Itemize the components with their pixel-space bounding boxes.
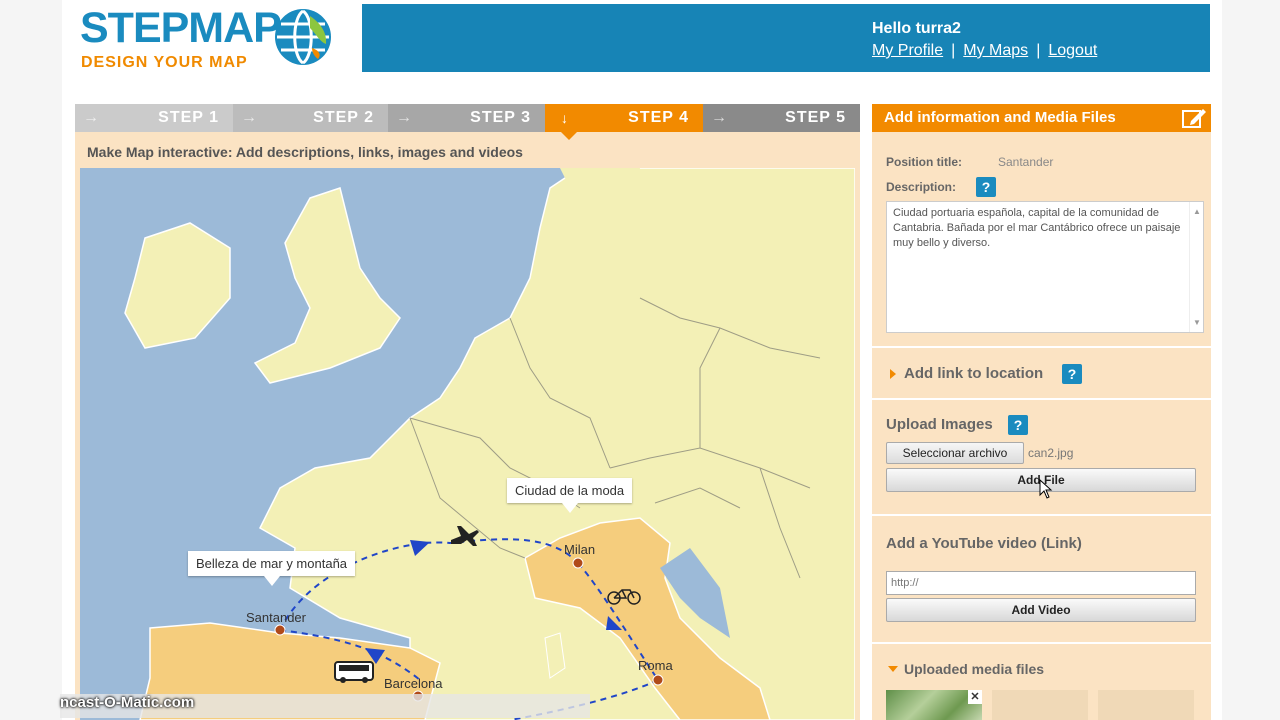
upload-images-title: Upload Images: [886, 416, 993, 433]
left-margin: [0, 0, 62, 720]
arrow-right-icon: →: [711, 109, 728, 126]
step-2-tab[interactable]: → STEP 2: [233, 104, 388, 132]
upload-help-icon[interactable]: ?: [1008, 415, 1028, 435]
chosen-filename: can2.jpg: [1028, 446, 1074, 460]
arrow-down-icon: ↓: [561, 110, 569, 126]
city-label-milan: Milan: [564, 542, 596, 557]
step-description: Make Map interactive: Add descriptions, …: [87, 144, 523, 160]
media-thumbnail-empty: [1098, 690, 1194, 720]
step-label: STEP 1: [158, 109, 219, 126]
roma-marker: [652, 674, 664, 686]
my-maps-link[interactable]: My Maps: [963, 42, 1028, 59]
bus-icon: [334, 661, 374, 683]
right-margin: [1222, 0, 1280, 720]
logo[interactable]: STEPMAP DESIGN YOUR MAP: [62, 0, 362, 80]
map-svg: [80, 168, 855, 720]
my-profile-link[interactable]: My Profile: [872, 42, 943, 59]
arrow-right-icon: →: [241, 109, 258, 126]
logo-tagline: DESIGN YOUR MAP: [81, 54, 248, 71]
header-band: [332, 4, 1210, 72]
media-panel: Add information and Media Files Position…: [872, 104, 1211, 720]
watermark-text: ncast-O-Matic.com: [60, 694, 195, 711]
step-3-tab[interactable]: → STEP 3: [388, 104, 545, 132]
add-link-toggle[interactable]: Add link to location: [904, 365, 1043, 382]
mouse-cursor-icon: [1039, 479, 1053, 499]
step-5-tab[interactable]: → STEP 5: [703, 104, 860, 132]
logo-title: STEPMAP: [80, 4, 282, 52]
panel-title: Add information and Media Files: [884, 109, 1116, 126]
step-label: STEP 5: [785, 109, 846, 126]
arrow-right-icon: →: [83, 109, 100, 126]
santander-bubble[interactable]: Belleza de mar y montaña: [188, 551, 356, 586]
description-textarea[interactable]: Ciudad portuaria española, capital de la…: [886, 201, 1204, 333]
step-4-tab[interactable]: ↓ STEP 4: [545, 104, 703, 140]
collapse-arrow-icon[interactable]: [888, 666, 898, 672]
site-header: STEPMAP DESIGN YOUR MAP Hello turra2 My …: [62, 0, 1222, 80]
city-label-roma: Roma: [638, 658, 673, 673]
panel-header: Add information and Media Files: [872, 104, 1211, 132]
expand-arrow-icon[interactable]: [890, 369, 896, 379]
remove-media-icon[interactable]: ✕: [968, 690, 982, 704]
santander-marker: [274, 624, 286, 636]
media-thumbnail-empty: [992, 690, 1088, 720]
step-1-tab[interactable]: → STEP 1: [75, 104, 233, 132]
city-label-barcelona: Barcelona: [384, 676, 443, 691]
add-video-button[interactable]: Add Video: [886, 598, 1196, 622]
map-editor: → STEP 1 → STEP 2 → STEP 3 ↓ STEP 4 → STEP 5 …: [75, 104, 860, 720]
link-help-icon[interactable]: ?: [1062, 364, 1082, 384]
arrow-right-icon: →: [396, 109, 413, 126]
user-greeting: Hello turra2: [872, 20, 961, 37]
edit-icon[interactable]: [1181, 106, 1207, 130]
user-links: My Profile | My Maps | Logout: [872, 42, 1097, 60]
uploaded-media-title[interactable]: Uploaded media files: [904, 661, 1044, 677]
step-label: STEP 3: [470, 109, 531, 126]
divider: [872, 346, 1211, 348]
step-bar: → STEP 1 → STEP 2 → STEP 3 ↓ STEP 4 → STEP 5: [75, 104, 860, 140]
description-text: Ciudad portuaria española, capital de la…: [893, 207, 1181, 249]
step-label: STEP 2: [313, 109, 374, 126]
choose-file-button[interactable]: Seleccionar archivo: [886, 442, 1024, 464]
separator: |: [1036, 42, 1041, 59]
scroll-up-icon[interactable]: ▲: [1193, 204, 1201, 219]
position-title-label: Position title:: [886, 155, 962, 169]
active-step-pointer: [561, 132, 577, 140]
divider: [872, 514, 1211, 516]
divider: [872, 398, 1211, 400]
map-canvas[interactable]: Ciudad de la moda Belleza de mar y monta…: [80, 168, 855, 720]
position-title-value: Santander: [998, 155, 1054, 169]
textarea-scrollbar[interactable]: ▲ ▼: [1189, 202, 1203, 332]
description-label: Description:: [886, 180, 957, 194]
milan-marker: [572, 557, 584, 569]
globe-icon: [275, 9, 331, 65]
divider: [872, 642, 1211, 644]
milan-bubble[interactable]: Ciudad de la moda: [507, 478, 633, 513]
separator: |: [951, 42, 956, 59]
scroll-down-icon[interactable]: ▼: [1193, 315, 1201, 330]
logout-link[interactable]: Logout: [1048, 42, 1097, 59]
description-help-icon[interactable]: ?: [976, 177, 996, 197]
youtube-title: Add a YouTube video (Link): [886, 535, 1082, 552]
city-label-santander: Santander: [246, 610, 306, 625]
step-label: STEP 4: [628, 109, 689, 126]
youtube-url-input[interactable]: http://: [886, 571, 1196, 595]
